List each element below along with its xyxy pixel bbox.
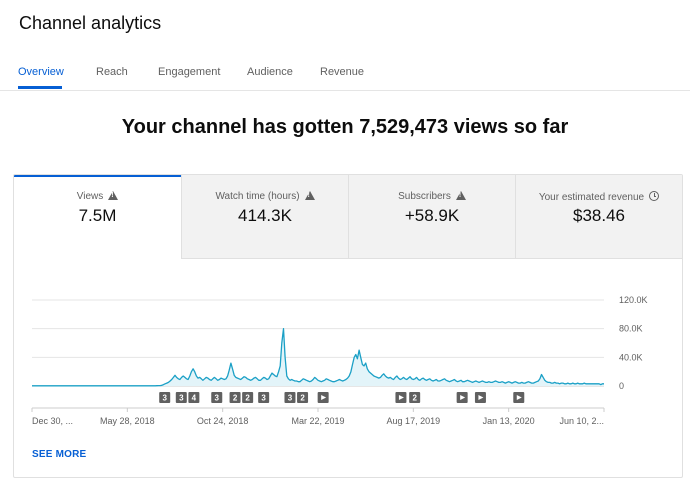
warning-icon <box>108 191 119 200</box>
metric-card-watch-time[interactable]: Watch time (hours) 414.3K <box>181 175 348 259</box>
video-marker-label: 3 <box>162 394 167 403</box>
video-marker-label: 3 <box>179 394 184 403</box>
metric-cards: Views 7.5M Watch time (hours) 414.3K Sub… <box>14 175 682 259</box>
active-metric-indicator <box>14 175 181 177</box>
video-marker-label: 3 <box>288 394 293 403</box>
x-tick-label: May 28, 2018 <box>100 416 155 426</box>
metric-value-revenue: $38.46 <box>573 206 625 225</box>
x-tick-label: Jan 13, 2020 <box>483 416 535 426</box>
metric-label-text: Watch time (hours) <box>215 191 300 202</box>
metric-label-revenue: Your estimated revenue <box>516 191 682 203</box>
tab-overview[interactable]: Overview <box>18 66 64 78</box>
video-marker-label: 2 <box>245 394 250 403</box>
metric-card-subscribers[interactable]: Subscribers +58.9K <box>348 175 515 259</box>
metric-label-text: Your estimated revenue <box>538 192 645 203</box>
metric-label-text: Views <box>76 191 104 202</box>
x-tick-label: Dec 30, ... <box>32 416 73 426</box>
video-marker-label: 3 <box>215 394 220 403</box>
views-chart[interactable]: 120.0K80.0K40.0K03 3 4 3 2 2 3 3 2 2Dec 30, ... Ma… <box>14 279 682 459</box>
x-tick-label: Mar 22, 2019 <box>291 416 344 426</box>
metric-card-views[interactable]: Views 7.5M <box>14 175 181 259</box>
y-tick-label: 80.0K <box>619 324 643 334</box>
y-tick-label: 120.0K <box>619 295 648 305</box>
active-tab-indicator <box>18 86 62 89</box>
analytics-tabs: Overview Reach Engagement Audience Reven… <box>0 58 690 91</box>
metric-label-views: Views <box>14 191 181 202</box>
page-title: Channel analytics <box>19 13 162 33</box>
warning-icon <box>455 191 466 200</box>
see-more-button[interactable]: SEE MORE <box>32 449 86 460</box>
y-tick-label: 0 <box>619 381 624 391</box>
metric-value-views: 7.5M <box>78 206 117 225</box>
x-tick-label: Aug 17, 2019 <box>387 416 441 426</box>
warning-icon <box>304 191 315 200</box>
tab-audience[interactable]: Audience <box>247 66 293 78</box>
views-headline: Your channel has gotten 7,529,473 views … <box>121 116 569 138</box>
clock-icon <box>649 191 660 201</box>
tab-reach[interactable]: Reach <box>96 66 128 78</box>
metric-value-watch-time: 414.3K <box>238 206 292 225</box>
video-marker-label: 2 <box>233 394 238 403</box>
y-tick-label: 40.0K <box>619 352 643 362</box>
metric-label-text: Subscribers <box>398 191 451 202</box>
metric-card-revenue[interactable]: Your estimated revenue $38.46 <box>515 175 682 259</box>
video-marker-label: 2 <box>300 394 305 403</box>
tab-revenue[interactable]: Revenue <box>320 66 364 78</box>
metric-label-watch-time: Watch time (hours) <box>182 191 348 202</box>
overview-card: Views 7.5M Watch time (hours) 414.3K Sub… <box>13 174 683 478</box>
video-marker-label: 3 <box>261 394 266 403</box>
x-tick-label: Jun 10, 2... <box>559 416 604 426</box>
video-marker-label: 2 <box>412 394 417 403</box>
x-tick-label: Oct 24, 2018 <box>197 416 249 426</box>
metric-value-subscribers: +58.9K <box>404 206 460 225</box>
video-marker-label: 4 <box>192 394 197 403</box>
metric-label-subscribers: Subscribers <box>349 191 515 202</box>
tab-engagement[interactable]: Engagement <box>158 66 220 78</box>
